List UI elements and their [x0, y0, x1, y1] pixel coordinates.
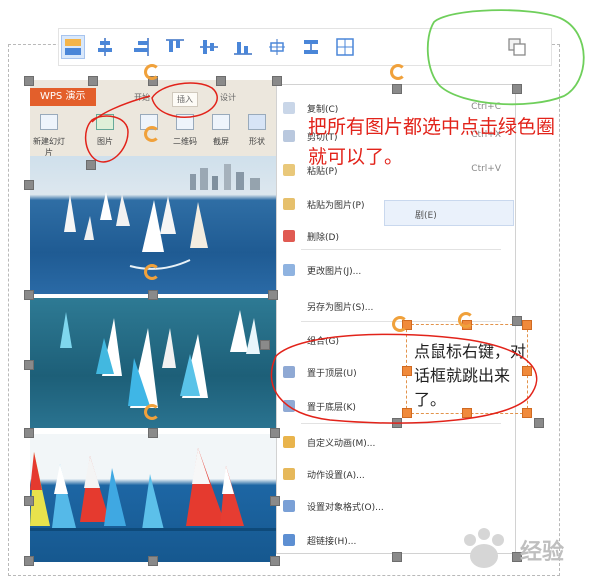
delete-icon	[283, 230, 295, 242]
shapes-button[interactable]: 形状	[240, 112, 274, 152]
resize-handle[interactable]	[88, 76, 98, 86]
rotate-handle-icon[interactable]	[144, 404, 160, 420]
align-top-icon[interactable]	[163, 35, 187, 59]
picture-button[interactable]: 图片	[88, 112, 122, 152]
resize-handle[interactable]	[392, 84, 402, 94]
resize-handle[interactable]	[216, 76, 226, 86]
bring-to-front-icon	[283, 366, 295, 378]
action-icon	[283, 468, 295, 480]
resize-handle[interactable]	[392, 552, 402, 562]
format-icon	[283, 500, 295, 512]
textbox-resize-handle[interactable]	[462, 408, 472, 418]
menu-label: 设置对象格式(O)...	[307, 503, 384, 513]
hyperlink-icon	[283, 534, 295, 546]
resize-handle[interactable]	[392, 418, 402, 428]
resize-handle[interactable]	[24, 290, 34, 300]
sailing-image-1[interactable]: WPS 演示 开始 插入 设计 新建幻灯片 图片 二维码 截屏 形状	[30, 80, 276, 294]
align-right-icon[interactable]	[129, 35, 153, 59]
menu-item-delete[interactable]: 删除(D)	[277, 223, 515, 249]
center-on-page-icon[interactable]	[333, 35, 357, 59]
resize-handle[interactable]	[24, 180, 34, 190]
textbox-text: 点鼠标右键，对话框就跳出来了。	[414, 342, 527, 409]
tab-insert[interactable]: 插入	[172, 92, 198, 107]
submenu-label: 剧(E)	[415, 211, 437, 221]
paste-picture-icon	[283, 198, 295, 210]
resize-handle[interactable]	[270, 428, 280, 438]
rotate-handle-icon[interactable]	[392, 316, 408, 332]
new-slide-button[interactable]: 新建幻灯片	[32, 112, 66, 157]
resize-handle[interactable]	[24, 496, 34, 506]
textbox-resize-handle[interactable]	[402, 366, 412, 376]
align-center-icon[interactable]	[93, 35, 117, 59]
menu-label: 删除(D)	[307, 233, 339, 243]
rotate-handle-icon[interactable]	[144, 64, 160, 80]
wps-app-tab[interactable]: WPS 演示	[30, 88, 96, 106]
resize-handle[interactable]	[148, 556, 158, 566]
send-to-back-icon	[283, 400, 295, 412]
tab-design[interactable]: 设计	[220, 92, 236, 103]
menu-item-change-picture[interactable]: 更改图片(J)...	[277, 257, 515, 283]
change-picture-icon	[283, 264, 295, 276]
distribute-horizontal-icon[interactable]	[265, 35, 289, 59]
menu-label: 组合(G)	[307, 337, 339, 347]
menu-label: 粘贴为图片(P)	[307, 201, 365, 211]
menu-item-custom-animation[interactable]: 自定义动画(M)...	[277, 429, 515, 455]
menu-item-action-settings[interactable]: 动作设置(A)...	[277, 461, 515, 487]
align-bottom-icon[interactable]	[231, 35, 255, 59]
resize-handle[interactable]	[24, 556, 34, 566]
rotate-handle-icon[interactable]	[458, 312, 474, 328]
textbox-resize-handle[interactable]	[522, 320, 532, 330]
textbox-resize-handle[interactable]	[522, 366, 532, 376]
menu-label: 自定义动画(M)...	[307, 439, 376, 449]
alignment-toolbar	[58, 28, 552, 66]
watermark-text: 经验	[520, 540, 565, 565]
resize-handle[interactable]	[512, 316, 522, 326]
group-icon[interactable]	[505, 35, 529, 59]
copy-icon	[283, 102, 295, 114]
menu-item-format-object[interactable]: 设置对象格式(O)...	[277, 493, 515, 519]
align-left-icon[interactable]	[61, 35, 85, 59]
rotate-handle-icon[interactable]	[390, 64, 406, 80]
resize-handle[interactable]	[512, 84, 522, 94]
resize-handle[interactable]	[270, 496, 280, 506]
screenshot-button[interactable]: 截屏	[204, 112, 238, 152]
resize-handle[interactable]	[260, 340, 270, 350]
paste-icon	[283, 164, 295, 176]
resize-handle[interactable]	[86, 160, 96, 170]
menu-item-save-as-picture[interactable]: 另存为图片(S)...	[277, 293, 515, 319]
menu-label: 置于底层(K)	[307, 403, 356, 413]
resize-handle[interactable]	[148, 290, 158, 300]
cut-icon	[283, 130, 295, 142]
rotate-handle-icon[interactable]	[144, 126, 160, 142]
rotate-handle-icon[interactable]	[144, 264, 160, 280]
menu-label: 置于顶层(U)	[307, 369, 357, 379]
submenu-item[interactable]: 剧(E)	[384, 200, 514, 226]
textbox-resize-handle[interactable]	[402, 408, 412, 418]
animation-icon	[283, 436, 295, 448]
instruction-annotation: 把所有图片都选中点击绿色圈就可以了。	[308, 116, 556, 168]
qr-code-button[interactable]: 二维码	[168, 112, 202, 152]
menu-label: 超链接(H)...	[307, 537, 357, 547]
menu-separator	[301, 249, 501, 250]
align-middle-icon[interactable]	[197, 35, 221, 59]
resize-handle[interactable]	[24, 76, 34, 86]
textbox-resize-handle[interactable]	[522, 408, 532, 418]
resize-handle[interactable]	[24, 360, 34, 370]
wps-ribbon: WPS 演示 开始 插入 设计 新建幻灯片 图片 二维码 截屏 形状	[30, 80, 276, 157]
sailing-image-3[interactable]	[30, 434, 276, 562]
menu-label: 动作设置(A)...	[307, 471, 365, 481]
distribute-vertical-icon[interactable]	[299, 35, 323, 59]
tab-home[interactable]: 开始	[134, 92, 150, 103]
catamarans-photo	[30, 434, 276, 562]
resize-handle[interactable]	[272, 76, 282, 86]
resize-handle[interactable]	[270, 556, 280, 566]
resize-handle[interactable]	[148, 428, 158, 438]
resize-handle[interactable]	[268, 290, 278, 300]
resize-handle[interactable]	[534, 418, 544, 428]
menu-shortcut: Ctrl+C	[471, 102, 501, 112]
menu-label: 更改图片(J)...	[307, 267, 362, 277]
resize-handle[interactable]	[24, 428, 34, 438]
menu-label: 另存为图片(S)...	[307, 303, 374, 313]
